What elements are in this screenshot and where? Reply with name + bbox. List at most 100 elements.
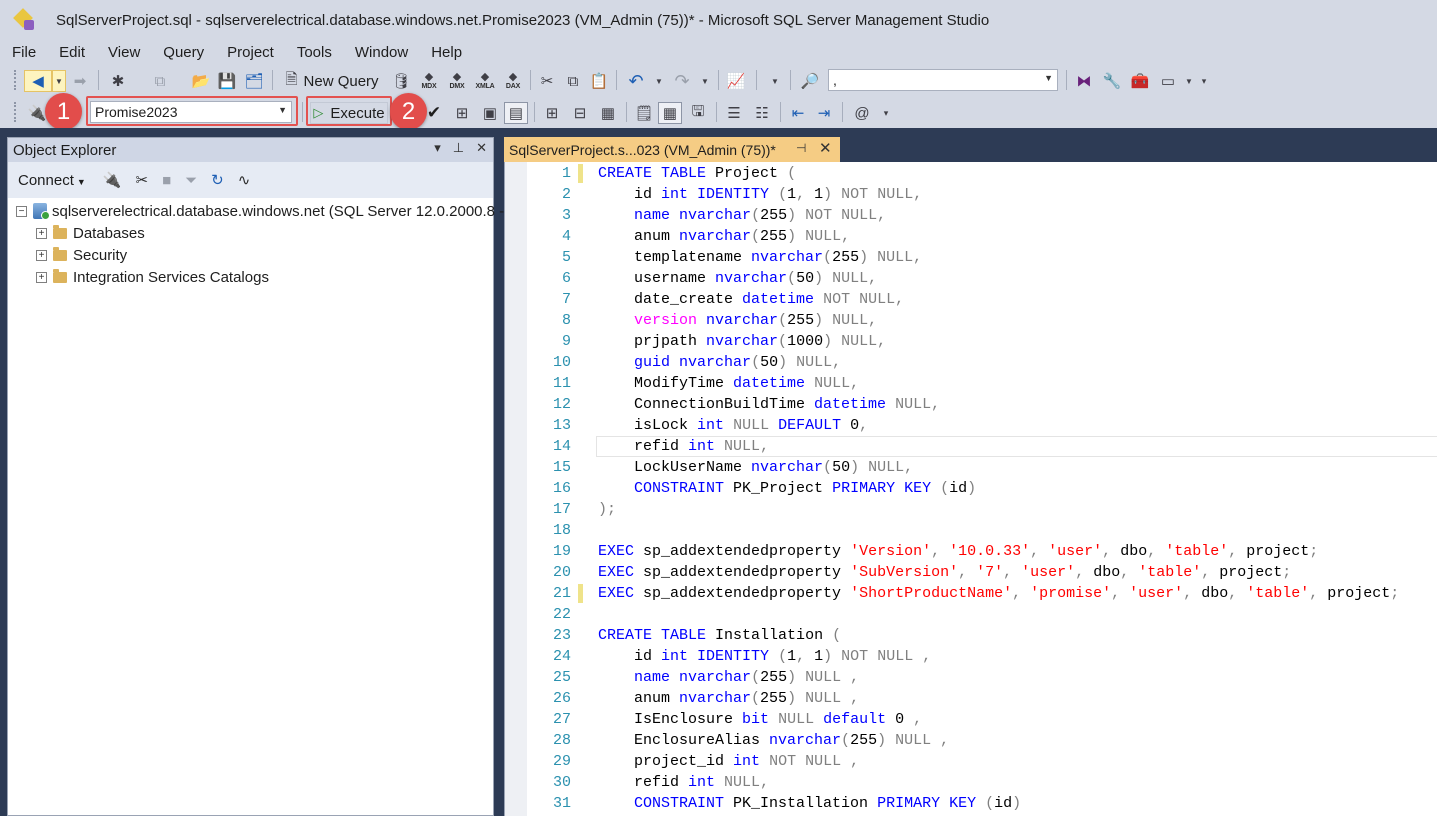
activity-monitor-button[interactable]: 📈 bbox=[724, 70, 748, 92]
document-tab[interactable]: SqlServerProject.s...023 (VM_Admin (75))… bbox=[504, 137, 840, 162]
solution-config-dropdown[interactable]: ▼ bbox=[768, 70, 782, 92]
toolbar-overflow-button[interactable]: ▾ bbox=[880, 102, 892, 124]
code-line[interactable]: 28 EnclosureAlias nvarchar(255) NULL , bbox=[505, 730, 1437, 751]
code-line[interactable]: 10 guid nvarchar(50) NULL, bbox=[505, 352, 1437, 373]
code-line[interactable]: 24 id int IDENTITY (1, 1) NOT NULL , bbox=[505, 646, 1437, 667]
expand-icon[interactable]: + bbox=[36, 271, 47, 283]
undo-dropdown[interactable]: ▼ bbox=[652, 70, 666, 92]
specify-template-values-button[interactable]: @ bbox=[850, 102, 874, 124]
code-line[interactable]: 15 LockUserName nvarchar(50) NULL, bbox=[505, 457, 1437, 478]
connect-plug-icon[interactable]: 🔌 bbox=[103, 171, 122, 189]
tree-node-server[interactable]: − sqlserverelectrical.database.windows.n… bbox=[16, 200, 518, 222]
close-icon[interactable]: ✕ bbox=[819, 139, 832, 157]
menu-project[interactable]: Project bbox=[227, 44, 274, 61]
save-all-button[interactable]: 🗂 bbox=[242, 70, 266, 92]
find-in-files-button[interactable]: 🔎 bbox=[798, 70, 822, 92]
toolbox-button[interactable]: 🧰 bbox=[1128, 70, 1152, 92]
collapse-icon[interactable]: − bbox=[16, 205, 27, 217]
uncomment-button[interactable]: ☷ bbox=[750, 102, 774, 124]
toolbar-overflow-button[interactable]: ▾ bbox=[1198, 70, 1210, 92]
tree-node-databases[interactable]: + Databases bbox=[36, 222, 145, 244]
display-estimated-plan-button[interactable]: ⊞ bbox=[450, 102, 474, 124]
database-engine-query-button[interactable]: 🛢 bbox=[390, 70, 412, 92]
code-line[interactable]: 26 anum nvarchar(255) NULL , bbox=[505, 688, 1437, 709]
properties-button[interactable]: 🔧 bbox=[1100, 70, 1124, 92]
code-line[interactable]: 1 CREATE TABLE Project ( bbox=[505, 163, 1437, 184]
code-line[interactable]: 19 EXEC sp_addextendedproperty 'Version',… bbox=[505, 541, 1437, 562]
dmx-query-button[interactable]: ◆ DMX bbox=[444, 70, 470, 92]
menu-view[interactable]: View bbox=[108, 44, 140, 61]
redo-dropdown[interactable]: ▼ bbox=[698, 70, 712, 92]
code-line[interactable]: 22 bbox=[505, 604, 1437, 625]
code-line[interactable]: 12 ConnectionBuildTime datetime NULL, bbox=[505, 394, 1437, 415]
code-line[interactable]: 8 version nvarchar(255) NULL, bbox=[505, 310, 1437, 331]
open-file-button[interactable]: 📂 bbox=[190, 70, 212, 92]
close-icon[interactable]: ✕ bbox=[476, 140, 487, 156]
code-line[interactable]: 27 IsEnclosure bit NULL default 0 , bbox=[505, 709, 1437, 730]
include-actual-plan-button[interactable]: ⊞ bbox=[540, 102, 564, 124]
code-line[interactable]: 9 prjpath nvarchar(1000) NULL, bbox=[505, 331, 1437, 352]
client-statistics-button[interactable]: ▦ bbox=[596, 102, 620, 124]
code-line[interactable]: 13 isLock int NULL DEFAULT 0, bbox=[505, 415, 1437, 436]
code-line[interactable]: 17); bbox=[505, 499, 1437, 520]
code-editor-area[interactable]: 1 CREATE TABLE Project (2 id int IDENTITY… bbox=[504, 162, 1437, 816]
back-button[interactable]: ◀ bbox=[24, 70, 52, 92]
add-item-button[interactable]: ⧉ bbox=[148, 70, 172, 92]
new-project-button[interactable]: ✱ bbox=[106, 70, 130, 92]
find-combo[interactable]: , ▼ bbox=[828, 69, 1058, 91]
disconnect-icon[interactable]: ✂ bbox=[135, 171, 148, 189]
code-line[interactable]: 3 name nvarchar(255) NOT NULL, bbox=[505, 205, 1437, 226]
filter-icon[interactable]: ⏷ bbox=[185, 172, 197, 189]
code-line[interactable]: 29 project_id int NOT NULL , bbox=[505, 751, 1437, 772]
toolbar-grip[interactable] bbox=[14, 70, 18, 90]
tree-node-security[interactable]: + Security bbox=[36, 244, 127, 266]
intellisense-toggle[interactable]: ▤ bbox=[504, 102, 528, 124]
stop-icon[interactable]: ■ bbox=[162, 172, 171, 189]
code-line[interactable]: 21 EXEC sp_addextendedproperty 'ShortProd… bbox=[505, 583, 1437, 604]
new-query-button[interactable]: 🗎 New Query bbox=[280, 70, 384, 92]
menu-edit[interactable]: Edit bbox=[59, 44, 85, 61]
menu-tools[interactable]: Tools bbox=[297, 44, 332, 61]
code-line[interactable]: 5 templatename nvarchar(255) NULL, bbox=[505, 247, 1437, 268]
undo-button[interactable]: ↶ bbox=[624, 70, 648, 92]
redo-button[interactable]: ↷ bbox=[670, 70, 694, 92]
paste-button[interactable]: 📋 bbox=[588, 70, 610, 92]
activity-monitor-icon[interactable]: ∿ bbox=[238, 171, 251, 189]
forward-button[interactable]: ➡ bbox=[70, 70, 90, 92]
code-line[interactable]: 6 username nvarchar(50) NULL, bbox=[505, 268, 1437, 289]
menu-help[interactable]: Help bbox=[431, 44, 462, 61]
code-line[interactable]: 20 EXEC sp_addextendedproperty 'SubVersio… bbox=[505, 562, 1437, 583]
save-button[interactable]: 💾 bbox=[216, 70, 238, 92]
results-to-grid-button[interactable]: ▦ bbox=[658, 102, 682, 124]
command-window-button[interactable]: ▭ bbox=[1156, 70, 1180, 92]
visual-studio-button[interactable]: ⧓ bbox=[1072, 70, 1096, 92]
code-line[interactable]: 30 refid int NULL, bbox=[505, 772, 1437, 793]
pin-icon[interactable]: ⊥ bbox=[453, 140, 464, 156]
query-options-button[interactable]: ▣ bbox=[478, 102, 502, 124]
code-line[interactable]: 25 name nvarchar(255) NULL , bbox=[505, 667, 1437, 688]
cut-button[interactable]: ✂ bbox=[536, 70, 558, 92]
code-line[interactable]: 2 id int IDENTITY (1, 1) NOT NULL, bbox=[505, 184, 1437, 205]
code-line[interactable]: 4 anum nvarchar(255) NULL, bbox=[505, 226, 1437, 247]
panel-menu-icon[interactable]: ▾ bbox=[434, 140, 441, 156]
code-line[interactable]: 18 bbox=[505, 520, 1437, 541]
tree-node-integration-services[interactable]: + Integration Services Catalogs bbox=[36, 266, 269, 288]
results-to-file-button[interactable]: 🖫 bbox=[686, 102, 710, 124]
decrease-indent-button[interactable]: ⇤ bbox=[786, 102, 810, 124]
menu-window[interactable]: Window bbox=[355, 44, 408, 61]
code-line[interactable]: 7 date_create datetime NOT NULL, bbox=[505, 289, 1437, 310]
refresh-icon[interactable]: ↻ bbox=[211, 171, 224, 189]
command-window-dropdown[interactable]: ▼ bbox=[1182, 70, 1196, 92]
code-line[interactable]: 14 refid int NULL, bbox=[505, 436, 1437, 457]
comment-button[interactable]: ☰ bbox=[722, 102, 746, 124]
connect-dropdown[interactable]: Connect ▼ bbox=[18, 172, 86, 189]
mdx-query-button[interactable]: ◆ MDX bbox=[416, 70, 442, 92]
back-dropdown[interactable]: ▼ bbox=[52, 70, 66, 92]
copy-button[interactable]: ⧉ bbox=[562, 70, 584, 92]
code-line[interactable]: 11 ModifyTime datetime NULL, bbox=[505, 373, 1437, 394]
menu-query[interactable]: Query bbox=[163, 44, 204, 61]
dax-query-button[interactable]: ◆ DAX bbox=[500, 70, 526, 92]
code-line[interactable]: 16 CONSTRAINT PK_Project PRIMARY KEY (id… bbox=[505, 478, 1437, 499]
xmla-query-button[interactable]: ◆ XMLA bbox=[472, 70, 498, 92]
results-to-text-button[interactable]: 🗒 bbox=[632, 102, 656, 124]
